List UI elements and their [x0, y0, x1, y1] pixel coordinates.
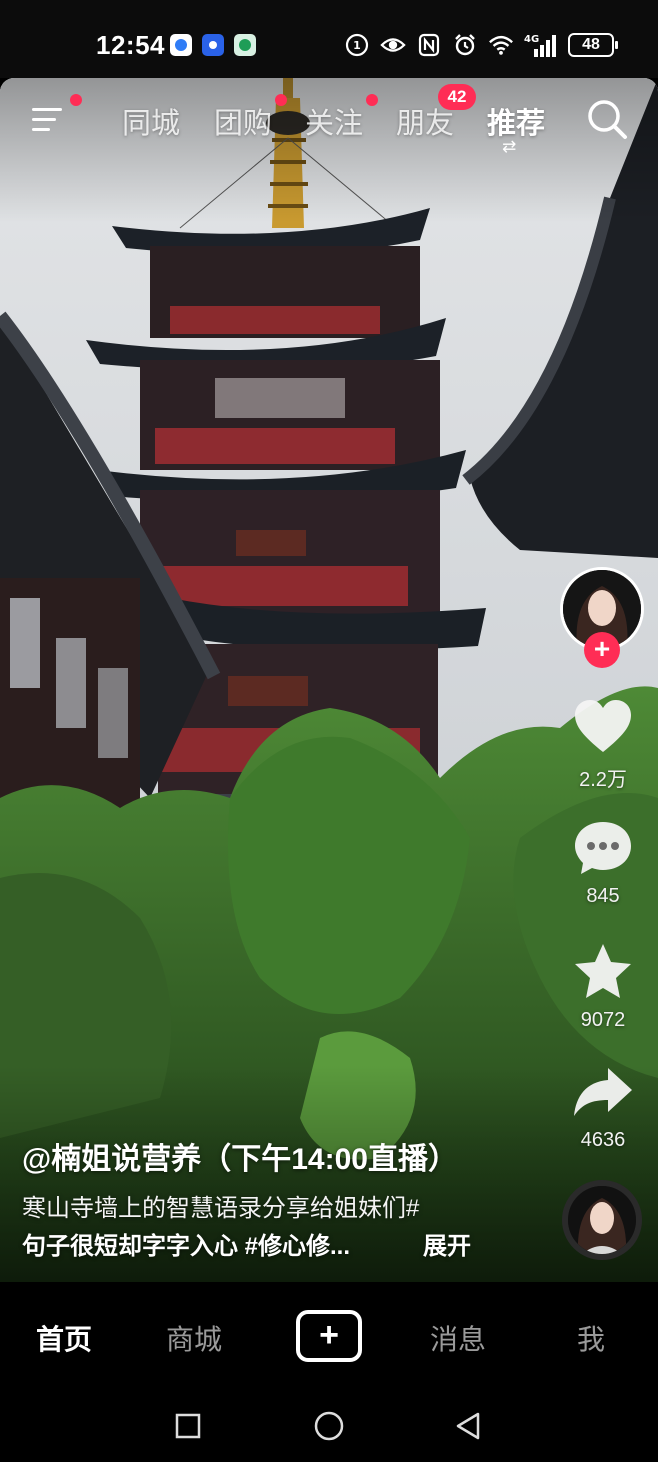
comment-icon [575, 822, 631, 874]
heart-icon [575, 700, 631, 752]
eye-comfort-icon [380, 32, 406, 58]
tab-following[interactable]: 关注 [305, 100, 363, 142]
nav-home[interactable]: 首页 [36, 1318, 92, 1358]
comment-button[interactable]: 845 [566, 820, 640, 908]
back-button[interactable] [452, 1410, 484, 1442]
favorite-count: 9072 [580, 1009, 626, 1031]
menu-notification-dot [70, 94, 82, 106]
cellular-signal-icon: 4G [524, 32, 558, 58]
follow-button[interactable]: + [584, 632, 620, 668]
swap-icon: ⇄ [502, 137, 517, 156]
create-button[interactable]: + [296, 1310, 362, 1362]
friends-badge: 42 [438, 84, 476, 110]
top-nav: 同城 团购 关注 朋友 42 推荐 ⇄ [0, 78, 658, 164]
security-app-icon [202, 34, 224, 56]
status-bar: 12:54 1 4G 48 [0, 0, 658, 78]
share-button[interactable]: 4636 [566, 1064, 640, 1152]
status-icons: 1 4G 48 [344, 30, 618, 60]
like-count: 2.2万 [579, 769, 627, 791]
battery-indicator: 48 [568, 33, 618, 57]
browser-app-icon [170, 34, 192, 56]
phone-manager-icon [234, 34, 256, 56]
author-name[interactable]: @楠姐说营养（下午14:00直播） [22, 1134, 458, 1178]
nav-me[interactable]: 我 [577, 1318, 605, 1358]
nav-messages[interactable]: 消息 [430, 1318, 486, 1358]
status-time: 12:54 [96, 30, 165, 60]
music-disc[interactable] [562, 1180, 642, 1260]
star-icon [575, 944, 631, 998]
tab-recommended[interactable]: 推荐 [487, 100, 545, 142]
nav-mall[interactable]: 商城 [166, 1318, 222, 1358]
svg-text:4G: 4G [524, 34, 539, 45]
comment-count: 845 [586, 885, 620, 907]
caption-line-2: 句子很短却字字入心 #修心修... [22, 1233, 351, 1260]
privacy-icon: 1 [344, 32, 370, 58]
share-count: 4636 [580, 1129, 626, 1151]
group-buy-notification-dot [275, 94, 287, 106]
following-notification-dot [366, 94, 378, 106]
home-button[interactable] [313, 1410, 345, 1442]
search-icon[interactable] [586, 98, 628, 140]
favorite-button[interactable]: 9072 [566, 942, 640, 1032]
caption-line-1: 寒山寺墙上的智慧语录分享给姐妹们# [22, 1195, 420, 1222]
share-arrow-icon [574, 1068, 632, 1116]
video-player[interactable] [0, 78, 658, 1282]
tab-group-buy[interactable]: 团购 [214, 100, 272, 142]
svg-text:1: 1 [353, 39, 361, 52]
pagoda-scene [0, 78, 658, 1282]
recent-apps-button[interactable] [172, 1410, 204, 1442]
nfc-icon [416, 32, 442, 58]
wifi-icon [488, 32, 514, 58]
bottom-nav: 首页 商城 + 消息 我 [0, 1282, 658, 1390]
alarm-icon [452, 32, 478, 58]
tab-nearby[interactable]: 同城 [122, 100, 180, 142]
expand-caption-link[interactable]: 展开 [423, 1226, 471, 1261]
menu-icon[interactable] [32, 104, 68, 134]
system-nav-bar [0, 1390, 658, 1462]
like-button[interactable]: 2.2万 [566, 698, 640, 792]
